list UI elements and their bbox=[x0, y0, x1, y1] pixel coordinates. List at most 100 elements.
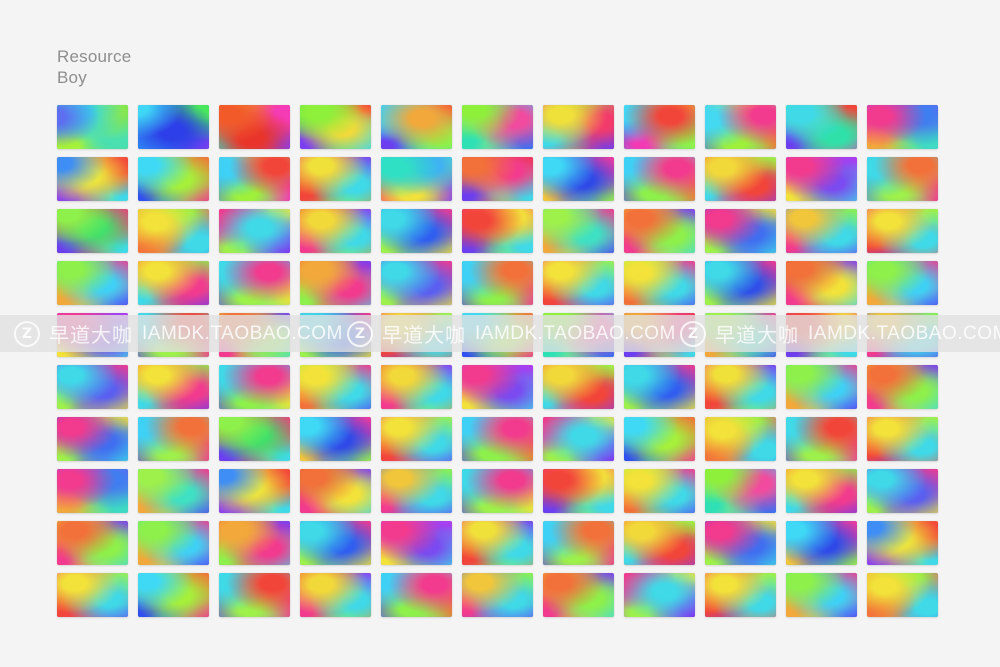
gradient-swatch[interactable] bbox=[705, 469, 776, 513]
gradient-swatch[interactable] bbox=[138, 469, 209, 513]
gradient-swatch[interactable] bbox=[705, 313, 776, 357]
gradient-swatch[interactable] bbox=[543, 573, 614, 617]
gradient-swatch[interactable] bbox=[624, 573, 695, 617]
gradient-swatch[interactable] bbox=[624, 521, 695, 565]
gradient-swatch[interactable] bbox=[57, 313, 128, 357]
gradient-swatch[interactable] bbox=[381, 521, 452, 565]
gradient-swatch[interactable] bbox=[705, 365, 776, 409]
gradient-swatch[interactable] bbox=[381, 261, 452, 305]
gradient-swatch[interactable] bbox=[300, 209, 371, 253]
gradient-swatch[interactable] bbox=[300, 521, 371, 565]
gradient-swatch[interactable] bbox=[543, 313, 614, 357]
gradient-swatch[interactable] bbox=[543, 261, 614, 305]
gradient-swatch[interactable] bbox=[381, 209, 452, 253]
gradient-swatch[interactable] bbox=[219, 573, 290, 617]
gradient-swatch[interactable] bbox=[705, 261, 776, 305]
gradient-swatch[interactable] bbox=[300, 573, 371, 617]
gradient-swatch[interactable] bbox=[462, 105, 533, 149]
gradient-swatch[interactable] bbox=[219, 157, 290, 201]
gradient-swatch[interactable] bbox=[57, 417, 128, 461]
gradient-swatch[interactable] bbox=[462, 469, 533, 513]
gradient-swatch[interactable] bbox=[462, 157, 533, 201]
gradient-swatch[interactable] bbox=[705, 157, 776, 201]
gradient-swatch[interactable] bbox=[138, 209, 209, 253]
gradient-swatch[interactable] bbox=[219, 417, 290, 461]
gradient-swatch[interactable] bbox=[786, 521, 857, 565]
gradient-swatch[interactable] bbox=[219, 313, 290, 357]
gradient-swatch[interactable] bbox=[624, 313, 695, 357]
gradient-swatch[interactable] bbox=[462, 573, 533, 617]
gradient-swatch[interactable] bbox=[867, 365, 938, 409]
gradient-swatch[interactable] bbox=[543, 469, 614, 513]
gradient-swatch[interactable] bbox=[138, 417, 209, 461]
gradient-swatch[interactable] bbox=[624, 469, 695, 513]
gradient-swatch[interactable] bbox=[138, 261, 209, 305]
gradient-swatch[interactable] bbox=[624, 365, 695, 409]
gradient-swatch[interactable] bbox=[138, 365, 209, 409]
gradient-swatch[interactable] bbox=[867, 105, 938, 149]
gradient-swatch[interactable] bbox=[57, 469, 128, 513]
gradient-swatch[interactable] bbox=[867, 157, 938, 201]
gradient-swatch[interactable] bbox=[786, 365, 857, 409]
gradient-swatch[interactable] bbox=[543, 209, 614, 253]
gradient-swatch[interactable] bbox=[381, 157, 452, 201]
gradient-swatch[interactable] bbox=[786, 209, 857, 253]
gradient-swatch[interactable] bbox=[381, 417, 452, 461]
gradient-swatch[interactable] bbox=[786, 313, 857, 357]
gradient-swatch[interactable] bbox=[624, 417, 695, 461]
gradient-swatch[interactable] bbox=[300, 261, 371, 305]
gradient-swatch[interactable] bbox=[543, 105, 614, 149]
gradient-swatch[interactable] bbox=[624, 157, 695, 201]
gradient-swatch[interactable] bbox=[138, 573, 209, 617]
gradient-swatch[interactable] bbox=[300, 313, 371, 357]
gradient-swatch[interactable] bbox=[300, 469, 371, 513]
gradient-swatch[interactable] bbox=[705, 521, 776, 565]
gradient-swatch[interactable] bbox=[462, 261, 533, 305]
gradient-swatch[interactable] bbox=[381, 573, 452, 617]
gradient-swatch[interactable] bbox=[219, 469, 290, 513]
gradient-swatch[interactable] bbox=[624, 209, 695, 253]
gradient-swatch[interactable] bbox=[624, 105, 695, 149]
gradient-swatch[interactable] bbox=[867, 261, 938, 305]
gradient-swatch[interactable] bbox=[219, 521, 290, 565]
gradient-swatch[interactable] bbox=[57, 365, 128, 409]
gradient-swatch[interactable] bbox=[219, 105, 290, 149]
gradient-swatch[interactable] bbox=[300, 365, 371, 409]
gradient-swatch[interactable] bbox=[705, 417, 776, 461]
gradient-swatch[interactable] bbox=[786, 105, 857, 149]
gradient-swatch[interactable] bbox=[138, 105, 209, 149]
gradient-swatch[interactable] bbox=[462, 209, 533, 253]
gradient-swatch[interactable] bbox=[57, 573, 128, 617]
gradient-swatch[interactable] bbox=[219, 365, 290, 409]
gradient-swatch[interactable] bbox=[381, 105, 452, 149]
gradient-swatch[interactable] bbox=[786, 573, 857, 617]
gradient-swatch[interactable] bbox=[786, 417, 857, 461]
gradient-swatch[interactable] bbox=[705, 105, 776, 149]
gradient-swatch[interactable] bbox=[219, 209, 290, 253]
gradient-swatch[interactable] bbox=[300, 157, 371, 201]
gradient-swatch[interactable] bbox=[381, 469, 452, 513]
gradient-swatch[interactable] bbox=[57, 209, 128, 253]
gradient-swatch[interactable] bbox=[462, 521, 533, 565]
gradient-swatch[interactable] bbox=[138, 521, 209, 565]
gradient-swatch[interactable] bbox=[867, 521, 938, 565]
gradient-swatch[interactable] bbox=[705, 209, 776, 253]
gradient-swatch[interactable] bbox=[543, 365, 614, 409]
gradient-swatch[interactable] bbox=[219, 261, 290, 305]
gradient-swatch[interactable] bbox=[57, 521, 128, 565]
gradient-swatch[interactable] bbox=[57, 157, 128, 201]
gradient-swatch[interactable] bbox=[462, 365, 533, 409]
gradient-swatch[interactable] bbox=[381, 365, 452, 409]
gradient-swatch[interactable] bbox=[867, 209, 938, 253]
gradient-swatch[interactable] bbox=[381, 313, 452, 357]
gradient-swatch[interactable] bbox=[543, 417, 614, 461]
gradient-swatch[interactable] bbox=[462, 313, 533, 357]
gradient-swatch[interactable] bbox=[543, 521, 614, 565]
gradient-swatch[interactable] bbox=[624, 261, 695, 305]
gradient-swatch[interactable] bbox=[57, 261, 128, 305]
gradient-swatch[interactable] bbox=[786, 469, 857, 513]
gradient-swatch[interactable] bbox=[867, 313, 938, 357]
gradient-swatch[interactable] bbox=[867, 469, 938, 513]
gradient-swatch[interactable] bbox=[300, 417, 371, 461]
gradient-swatch[interactable] bbox=[705, 573, 776, 617]
